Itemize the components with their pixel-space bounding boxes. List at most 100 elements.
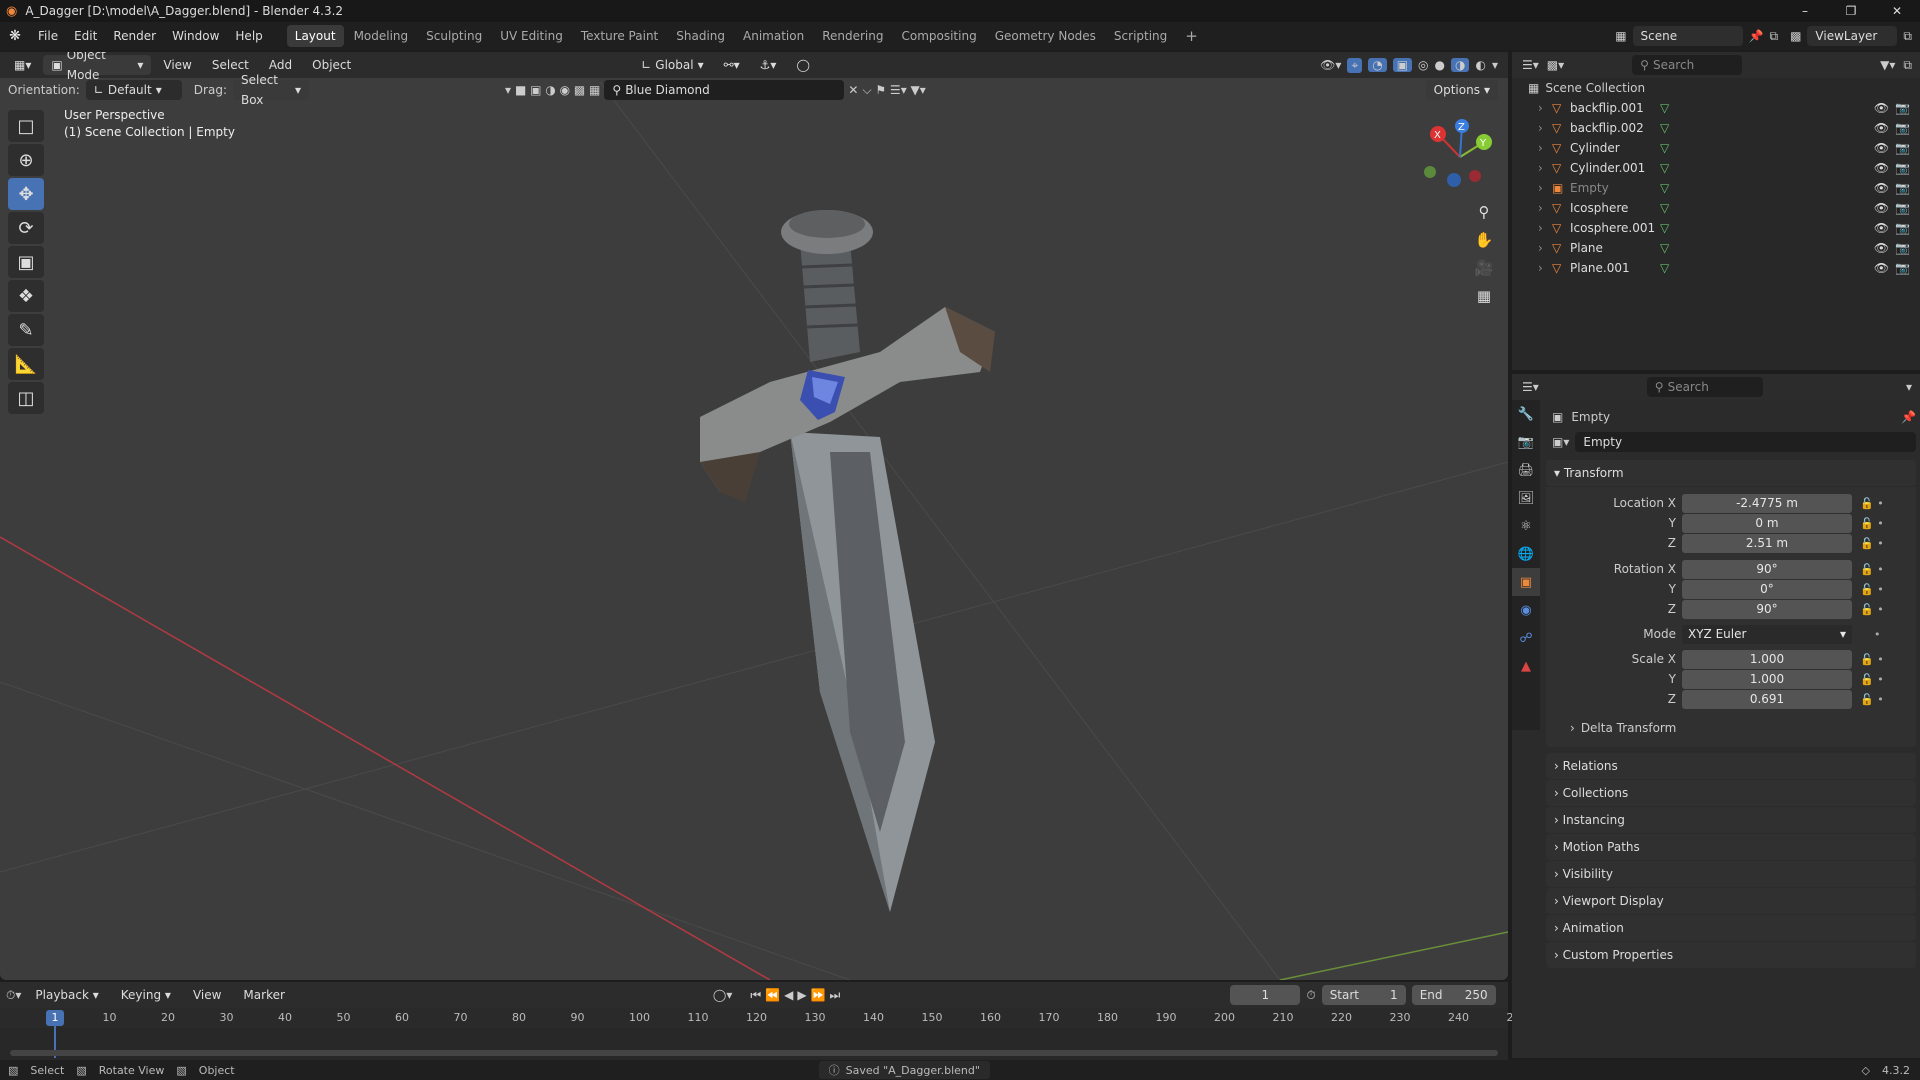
outliner-item-label[interactable]: Cylinder.001 [1570,161,1660,175]
panel-header[interactable]: › Viewport Display [1546,888,1916,914]
menu-render[interactable]: Render [105,24,164,48]
constraints-tab-icon[interactable]: ☍ [1512,624,1540,652]
render-camera-icon[interactable]: 📷 [1895,201,1910,215]
delta-transform-subpanel[interactable]: › Delta Transform [1546,717,1916,739]
rotation-mode-dropdown[interactable]: XYZ Euler ▾ [1682,624,1852,644]
properties-options-icon[interactable]: ▾ [1906,380,1912,394]
panel-header[interactable]: › Instancing [1546,807,1916,833]
render-camera-icon[interactable]: 📷 [1895,121,1910,135]
menu-edit[interactable]: Edit [66,24,105,48]
render-camera-icon[interactable]: 📷 [1895,161,1910,175]
world-tab-icon[interactable]: 🌐 [1512,540,1540,568]
location-y-field[interactable]: 0 m [1682,513,1852,533]
solid-shading-icon[interactable]: ● [1435,58,1445,72]
material-shading-icon[interactable]: ◑ [1451,58,1470,72]
outliner-item[interactable]: › ▽ Plane.001 ▽ 👁 📷 [1512,258,1920,278]
render-camera-icon[interactable]: 📷 [1895,141,1910,155]
scale-x-field[interactable]: 1.000 [1682,649,1852,669]
physics-tab-icon[interactable]: ◉ [1512,596,1540,624]
outliner-item[interactable]: › ▽ Cylinder.001 ▽ 👁 📷 [1512,158,1920,178]
new-collection-icon[interactable]: ⧉ [1903,58,1912,73]
shading-options-icon[interactable]: ▾ [1492,58,1498,72]
rotation-z-field[interactable]: 90° [1682,599,1852,619]
current-frame-field[interactable]: 1 [1230,985,1301,1005]
outliner-item[interactable]: › ▽ Plane ▽ 👁 📷 [1512,238,1920,258]
editor-type-button[interactable]: ▦▾ [6,55,40,75]
rotation-y-field[interactable]: 0° [1682,579,1852,599]
outliner-search-field[interactable]: ⚲ Search [1632,55,1743,75]
hide-eye-icon[interactable]: 👁 [1874,181,1889,195]
outliner-item-label[interactable]: backflip.002 [1570,121,1660,135]
cursor-tool-icon[interactable]: ⊕ [8,144,44,176]
hide-eye-icon[interactable]: 👁 [1874,121,1889,135]
expand-arrow-icon[interactable]: › [1538,261,1552,275]
outliner-item-label[interactable]: Plane.001 [1570,261,1660,275]
tab-compositing[interactable]: Compositing [893,25,984,47]
outliner-item-label[interactable]: Cylinder [1570,141,1660,155]
outliner-item-label[interactable]: backflip.001 [1570,101,1660,115]
lock-rotation-y-icon[interactable]: 🔓 • [1860,583,1884,596]
output-tab-icon[interactable]: 🖨 [1512,456,1540,484]
panel-header[interactable]: › Visibility [1546,861,1916,887]
outliner-item-label[interactable]: Empty [1570,181,1660,195]
hide-eye-icon[interactable]: 👁 [1874,221,1889,235]
hide-eye-icon[interactable]: 👁 [1874,161,1889,175]
object-tab-icon[interactable]: ▣ [1512,568,1540,596]
select-box-tool-icon[interactable]: □ [8,110,44,142]
timeline-playhead[interactable]: 1 [46,1010,64,1026]
viewlayer-icon[interactable]: ▩ [1790,29,1801,43]
panel-header[interactable]: › Relations [1546,753,1916,779]
outliner-item-label[interactable]: Plane [1570,241,1660,255]
outliner-item[interactable]: › ▽ backflip.001 ▽ 👁 📷 [1512,98,1920,118]
outliner-item-label[interactable]: Icosphere [1570,201,1660,215]
orientation-dropdown[interactable]: ∟ Default ▾ [85,80,182,100]
lock-location-y-icon[interactable]: 🔓 • [1860,517,1884,530]
move-tool-icon[interactable]: ✥ [8,178,44,210]
menu-help[interactable]: Help [227,24,270,48]
zoom-icon[interactable]: ⚲ [1470,198,1498,226]
pin-properties-icon[interactable]: 📌 [1901,410,1916,424]
expand-arrow-icon[interactable]: › [1538,241,1552,255]
outliner-item[interactable]: › ▽ Cylinder ▽ 👁 📷 [1512,138,1920,158]
hide-eye-icon[interactable]: 👁 [1874,241,1889,255]
view-layer-tab-icon[interactable]: 🖼 [1512,484,1540,512]
menu-window[interactable]: Window [164,24,227,48]
end-frame-field[interactable]: End 250 [1411,985,1496,1005]
camera-view-icon[interactable]: 🎥 [1470,254,1498,282]
outliner-item[interactable]: › ▣ Empty ▽ 👁 📷 [1512,178,1920,198]
filter-type-icon[interactable]: ▾ [505,83,511,97]
render-camera-icon[interactable]: 📷 [1895,241,1910,255]
saved-report[interactable]: ⓘ Saved "A_Dagger.blend" [818,1061,990,1079]
proportional-edit-toggle[interactable]: ◯ [788,55,818,75]
preview-range-icon[interactable]: ⏱ [1306,988,1315,1003]
outliner-editor-type-icon[interactable]: ☰▾ [1522,58,1539,72]
outliner-item[interactable]: › ▽ Icosphere.001 ▽ 👁 📷 [1512,218,1920,238]
new-viewlayer-icon[interactable]: ⧉ [1903,29,1912,44]
lock-rotation-z-icon[interactable]: 🔓 • [1860,603,1884,616]
rendered-shading-icon[interactable]: ◐ [1475,58,1485,72]
tab-scripting[interactable]: Scripting [1106,25,1175,47]
rotate-tool-icon[interactable]: ⟳ [8,212,44,244]
tab-rendering[interactable]: Rendering [814,25,891,47]
expand-arrow-icon[interactable]: › [1538,161,1552,175]
location-x-field[interactable]: -2.4775 m [1682,493,1852,513]
navigation-gizmo[interactable]: X Y Z [1420,112,1500,192]
options-button[interactable]: Options ▾ [1425,80,1498,100]
3d-viewport[interactable]: ▦▾ ▣ Object Mode ▾ View Select Add Object … [0,52,1508,980]
lock-location-x-icon[interactable]: 🔓 • [1860,497,1884,510]
expand-arrow-icon[interactable]: › [1538,121,1552,135]
ortho-grid-icon[interactable]: ▦ [1470,282,1498,310]
location-z-field[interactable]: 2.51 m [1682,533,1852,553]
tab-modeling[interactable]: Modeling [346,25,417,47]
filter-icons[interactable]: ⌵ ⚑ ☰▾ ▼▾ [862,83,925,98]
add-cube-tool-icon[interactable]: ◫ [8,382,44,414]
viewport-menu-object[interactable]: Object [304,53,359,77]
scale-z-field[interactable]: 0.691 [1682,689,1852,709]
lock-scale-z-icon[interactable]: 🔓 • [1860,693,1884,706]
tab-layout[interactable]: Layout [286,25,344,47]
viewlayer-selector[interactable]: ViewLayer [1807,26,1898,46]
timeline-menu-playback[interactable]: Playback ▾ [27,983,106,1007]
maximize-button[interactable]: ❐ [1828,4,1874,18]
expand-arrow-icon[interactable]: › [1538,181,1552,195]
hide-eye-icon[interactable]: 👁 [1874,101,1889,115]
